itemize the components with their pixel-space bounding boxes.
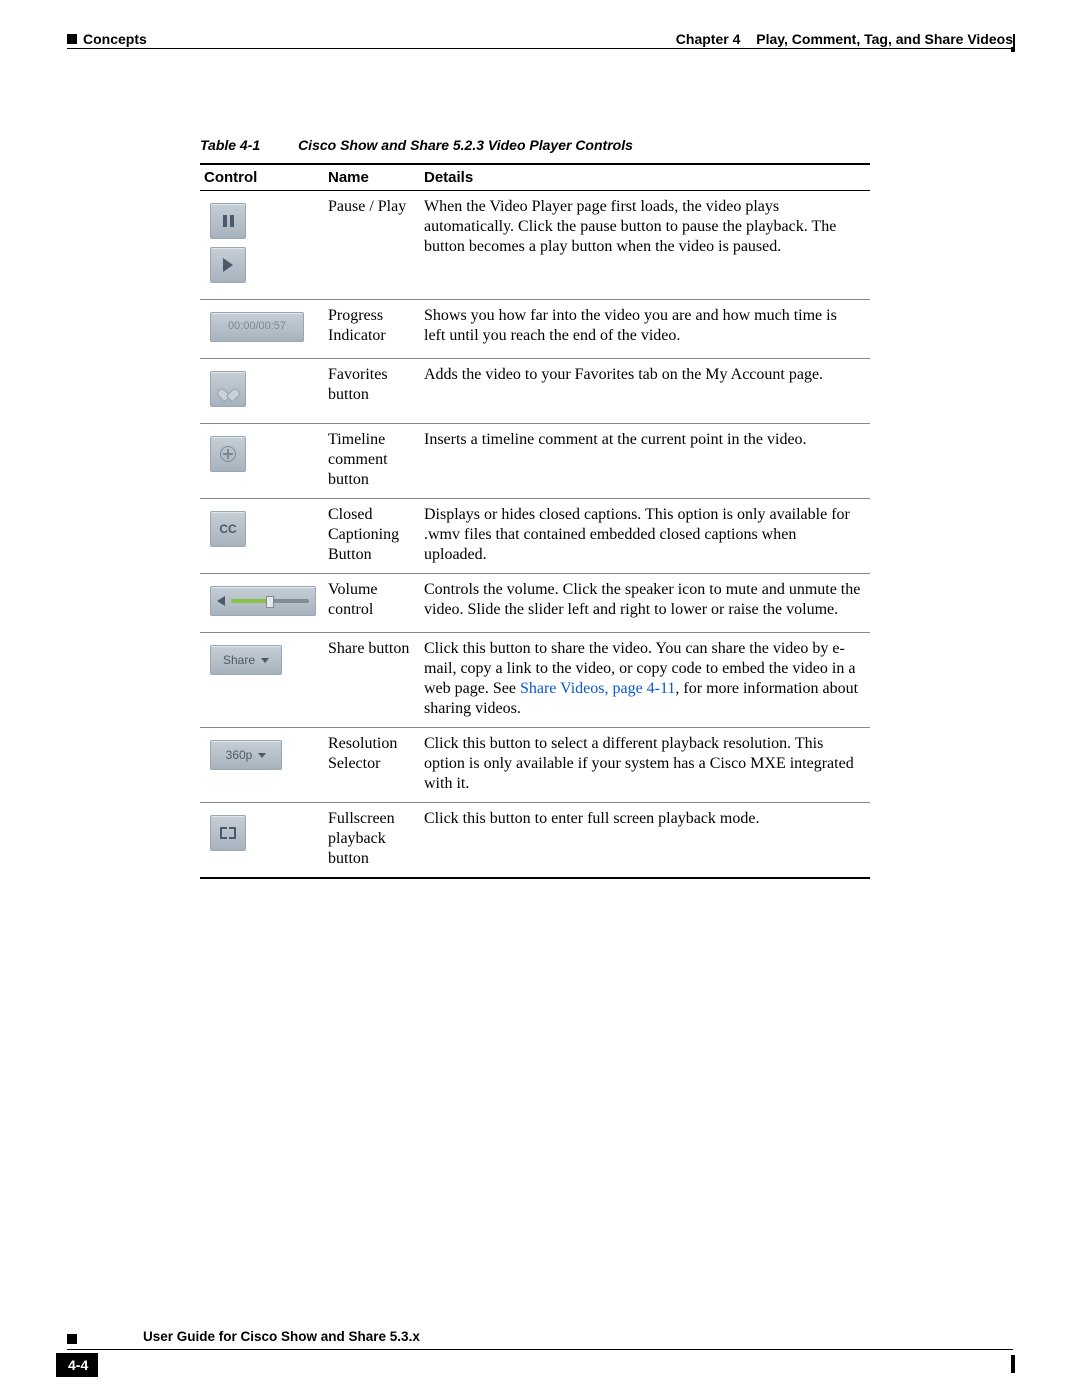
share-label: Share	[223, 653, 255, 668]
control-cell	[200, 574, 324, 633]
pause-icon	[210, 203, 246, 239]
table-header-row: Control Name Details	[200, 164, 870, 191]
control-details: Click this button to enter full screen p…	[420, 803, 870, 879]
heart-icon	[210, 371, 246, 407]
col-details: Details	[420, 164, 870, 191]
table-row: 00:00/00:57 Progress Indicator Shows you…	[200, 300, 870, 359]
control-details: When the Video Player page first loads, …	[420, 191, 870, 300]
control-cell: 360p	[200, 728, 324, 803]
control-cell: 00:00/00:57	[200, 300, 324, 359]
fullscreen-icon	[210, 815, 246, 851]
control-cell: Share	[200, 633, 324, 728]
share-videos-link[interactable]: Share Videos, page 4-11	[520, 680, 675, 697]
page-number: 4-4	[56, 1353, 98, 1377]
resolution-icon: 360p	[210, 740, 282, 770]
control-details: Controls the volume. Click the speaker i…	[420, 574, 870, 633]
control-name: Share button	[324, 633, 420, 728]
control-details: Click this button to share the video. Yo…	[420, 633, 870, 728]
chevron-down-icon	[258, 753, 266, 758]
footer-ornament-right	[1011, 1355, 1015, 1373]
control-details: Displays or hides closed captions. This …	[420, 499, 870, 574]
control-name: Favorites button	[324, 359, 420, 424]
header-ornament-square	[67, 34, 77, 44]
table-row: 360p Resolution Selector Click this butt…	[200, 728, 870, 803]
table-row: Volume control Controls the volume. Clic…	[200, 574, 870, 633]
plus-circle-icon	[210, 436, 246, 472]
progress-indicator-icon: 00:00/00:57	[210, 312, 304, 342]
share-icon: Share	[210, 645, 282, 675]
control-cell	[200, 424, 324, 499]
table-caption: Table 4-1 Cisco Show and Share 5.2.3 Vid…	[200, 137, 633, 153]
table-row: Pause / Play When the Video Player page …	[200, 191, 870, 300]
control-name: Timeline comment button	[324, 424, 420, 499]
header-chapter: Chapter 4 Play, Comment, Tag, and Share …	[676, 31, 1013, 47]
control-name: Progress Indicator	[324, 300, 420, 359]
col-name: Name	[324, 164, 420, 191]
controls-table: Control Name Details Pause / Play When t…	[200, 163, 870, 879]
volume-track	[231, 599, 309, 603]
speaker-icon	[217, 596, 225, 606]
play-icon	[210, 247, 246, 283]
table-number: Table 4-1	[200, 137, 260, 153]
header-rule: Concepts Chapter 4 Play, Comment, Tag, a…	[67, 48, 1013, 49]
header-section: Concepts	[67, 31, 147, 47]
control-name: Pause / Play	[324, 191, 420, 300]
control-name: Fullscreen playback button	[324, 803, 420, 879]
resolution-label: 360p	[226, 748, 253, 763]
page: Concepts Chapter 4 Play, Comment, Tag, a…	[0, 0, 1080, 1397]
control-cell	[200, 359, 324, 424]
closed-caption-icon: CC	[210, 511, 246, 547]
control-details: Inserts a timeline comment at the curren…	[420, 424, 870, 499]
control-cell	[200, 803, 324, 879]
volume-icon	[210, 586, 316, 616]
control-details: Shows you how far into the video you are…	[420, 300, 870, 359]
table-row: Fullscreen playback button Click this bu…	[200, 803, 870, 879]
table-row: CC Closed Captioning Button Displays or …	[200, 499, 870, 574]
control-cell	[200, 191, 324, 300]
footer-rule	[67, 1349, 1013, 1350]
chevron-down-icon	[261, 658, 269, 663]
footer-guide-title: User Guide for Cisco Show and Share 5.3.…	[143, 1329, 420, 1344]
control-cell: CC	[200, 499, 324, 574]
control-details: Adds the video to your Favorites tab on …	[420, 359, 870, 424]
header-chapter-title: Play, Comment, Tag, and Share Videos	[756, 31, 1013, 47]
table-title: Cisco Show and Share 5.2.3 Video Player …	[298, 137, 633, 153]
header-section-text: Concepts	[83, 31, 147, 47]
table-row: Share Share button Click this button to …	[200, 633, 870, 728]
header-chapter-number: Chapter 4	[676, 31, 741, 47]
table-row: Favorites button Adds the video to your …	[200, 359, 870, 424]
col-control: Control	[200, 164, 324, 191]
control-name: Resolution Selector	[324, 728, 420, 803]
control-name: Volume control	[324, 574, 420, 633]
control-name: Closed Captioning Button	[324, 499, 420, 574]
control-details: Click this button to select a different …	[420, 728, 870, 803]
footer-ornament-square	[67, 1334, 77, 1344]
table-row: Timeline comment button Inserts a timeli…	[200, 424, 870, 499]
